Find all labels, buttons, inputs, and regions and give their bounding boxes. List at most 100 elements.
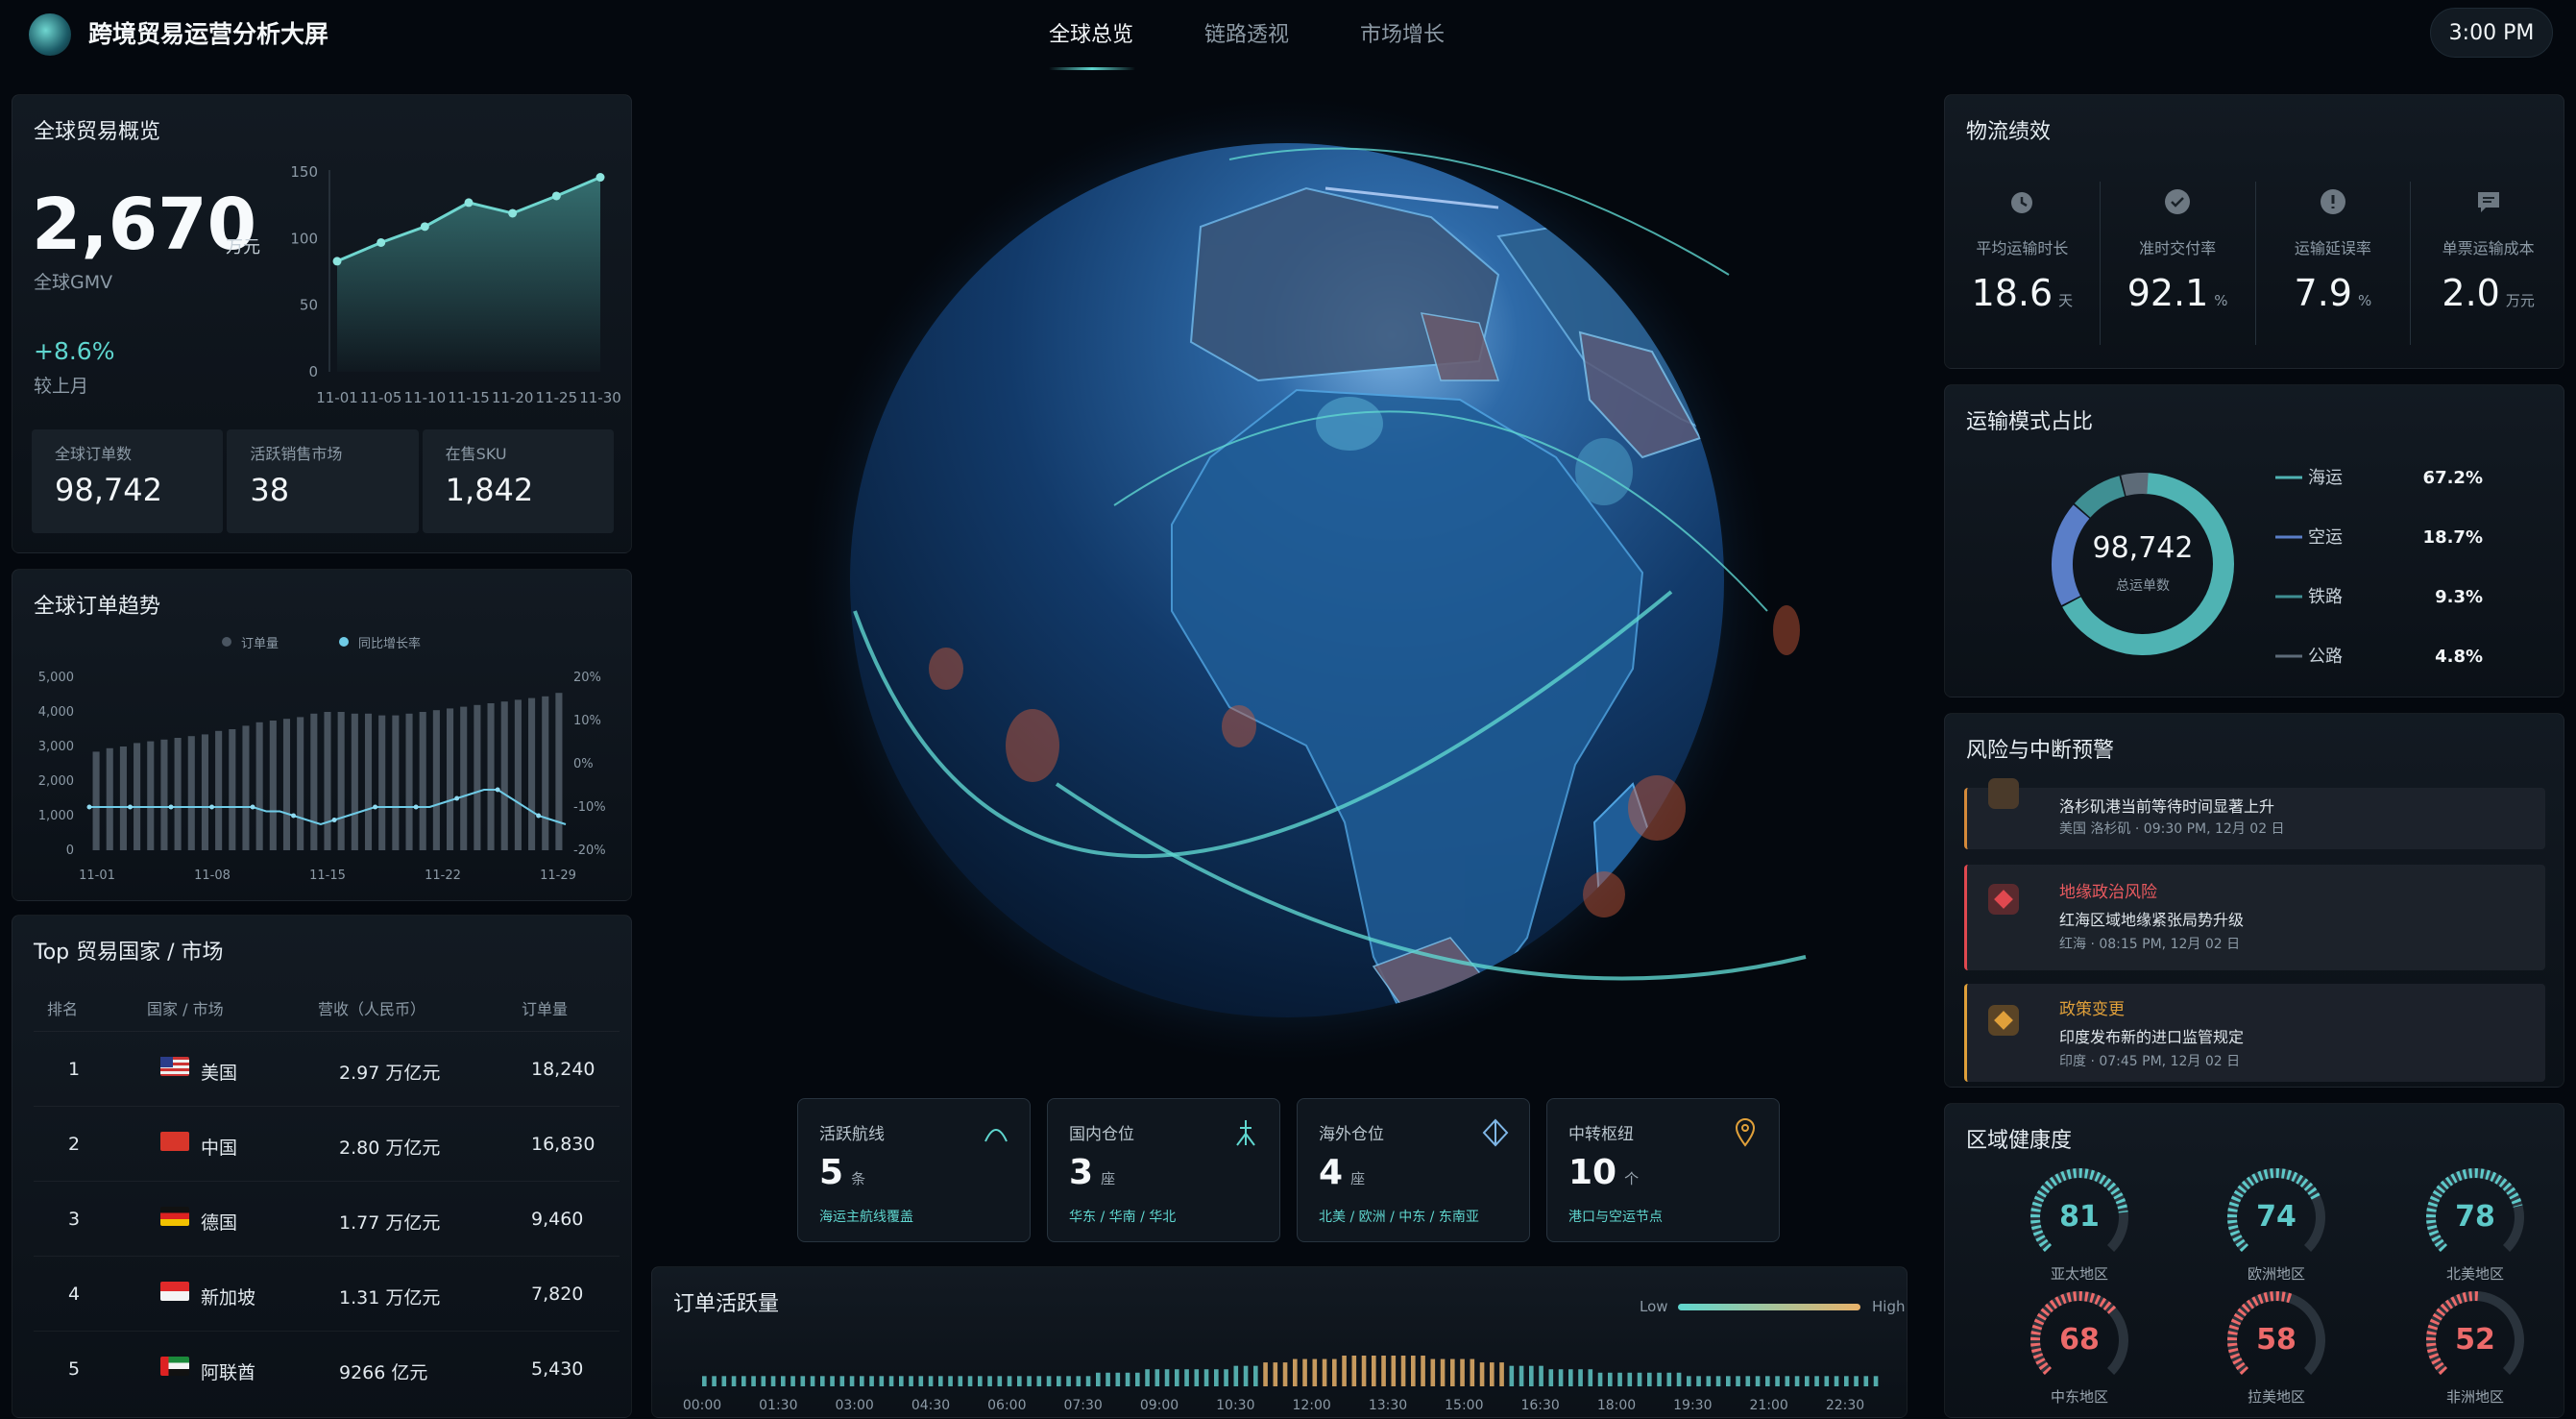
activity-bar	[1657, 1372, 1662, 1386]
activity-bar	[1036, 1376, 1042, 1386]
stat-value: 98,742	[55, 472, 162, 508]
kpi-value: 5	[819, 1153, 844, 1192]
legend-value: 18.7%	[2423, 527, 2483, 548]
table-row[interactable]: 2 中国 2.80 万亿元 16,830	[34, 1106, 620, 1182]
table-row[interactable]: 4 新加坡 1.31 万亿元 7,820	[34, 1256, 620, 1332]
stat-active-markets: 活跃销售市场 38	[227, 429, 419, 533]
table-row[interactable]: 1 美国 2.97 万亿元 18,240	[34, 1031, 620, 1107]
active-tab-indicator	[1049, 67, 1135, 70]
activity-bar	[1164, 1369, 1170, 1386]
order-bar	[432, 710, 440, 850]
x-tick-label: 04:30	[911, 1398, 950, 1413]
kpi-card-active-routes[interactable]: 活跃航线 5条 海运主航线覆盖	[797, 1098, 1031, 1242]
gauge-label: 北美地区	[2445, 1265, 2504, 1283]
activity-bar	[1568, 1369, 1573, 1386]
tab-market-growth[interactable]: 市场增长	[1360, 17, 1445, 48]
kpi-card-transit-hubs[interactable]: 中转枢纽 10 个 港口与空运节点	[1546, 1098, 1780, 1242]
kpi-title: 海外仓位	[1319, 1125, 1384, 1144]
orders: 9,460	[531, 1209, 584, 1230]
activity-bar	[1706, 1376, 1712, 1386]
risk-item-la-port[interactable]: 洛杉矶港当前等待时间显著上升 美国 洛杉矶 · 09:30 PM, 12月 02…	[1964, 778, 2545, 849]
diamond-icon	[1482, 1118, 1509, 1147]
growth-point	[291, 813, 297, 819]
risk-item-policy-change[interactable]: 政策变更 印度发布新的进口监管规定 印度 · 07:45 PM, 12月 02 …	[1964, 984, 2545, 1082]
order-bar	[460, 706, 468, 850]
col-revenue: 营收（人民币）	[318, 1000, 426, 1018]
kpi-card-domestic-warehouses[interactable]: 国内仓位 3座 华东 / 华南 / 华北	[1047, 1098, 1280, 1242]
growth-point	[128, 804, 134, 810]
growth-point	[536, 813, 542, 819]
kpi-unit: 座	[1350, 1170, 1366, 1187]
activity-bar	[1224, 1369, 1228, 1386]
order-bar	[555, 693, 563, 850]
order-bar	[255, 722, 263, 850]
y-tick-label: 100	[290, 230, 318, 247]
x-tick-label: 19:30	[1673, 1398, 1712, 1413]
tab-chain-insight[interactable]: 链路透视	[1204, 17, 1289, 48]
revenue: 1.31 万亿元	[339, 1287, 441, 1309]
activity-bar	[839, 1376, 845, 1386]
activity-bar	[938, 1376, 943, 1386]
donut-center-label: 总运单数	[2116, 578, 2170, 594]
activity-bar	[1145, 1369, 1150, 1386]
activity-bar	[1794, 1376, 1800, 1386]
activity-bar	[702, 1376, 707, 1386]
tower-icon	[1236, 1120, 1255, 1146]
revenue: 1.77 万亿元	[339, 1212, 441, 1234]
x-tick-label: 15:00	[1445, 1398, 1483, 1413]
activity-bar	[1400, 1356, 1406, 1386]
y-left-tick-label: 4,000	[38, 705, 74, 720]
gmv-point	[595, 173, 605, 183]
growth-point	[86, 804, 92, 810]
order-bar	[297, 717, 304, 850]
kpi-card-overseas-warehouses[interactable]: 海外仓位 4座 北美 / 欧洲 / 中东 / 东南亚	[1297, 1098, 1530, 1242]
activity-bar	[1460, 1358, 1465, 1386]
x-tick-label: 11-10	[404, 389, 447, 406]
order-bar	[187, 736, 195, 850]
activity-bar	[1715, 1376, 1721, 1386]
activity-bar	[1529, 1365, 1534, 1386]
activity-bar	[1282, 1362, 1288, 1386]
x-tick-label: 22:30	[1826, 1398, 1864, 1413]
gmv-point	[420, 222, 429, 232]
policy-diamond-icon	[1988, 1005, 2019, 1036]
activity-bar	[1253, 1365, 1258, 1386]
activity-bar	[869, 1376, 874, 1386]
order-bar	[229, 729, 236, 850]
legend-label: 铁路	[2308, 587, 2343, 607]
activity-bar	[1666, 1372, 1672, 1386]
y-tick-label: 50	[300, 297, 318, 314]
globe-map[interactable]	[634, 73, 1940, 1130]
order-bar	[337, 712, 345, 850]
stat-skus: 在售SKU 1,842	[422, 429, 614, 533]
activity-bar	[1755, 1376, 1761, 1386]
table-row[interactable]: 3 德国 1.77 万亿元 9,460	[34, 1181, 620, 1257]
flag-cn-icon	[160, 1132, 189, 1151]
gmv-point	[377, 237, 386, 247]
activity-bar	[1470, 1358, 1475, 1386]
order-bar	[419, 712, 426, 850]
gmv-point	[464, 198, 474, 208]
orders: 5,430	[531, 1358, 584, 1380]
risk-item-geopolitical[interactable]: 地缘政治风险 红海区域地缘紧张局势升级 红海 · 08:15 PM, 12月 0…	[1964, 865, 2545, 970]
legend-value: 4.8%	[2435, 647, 2483, 667]
rank: 4	[68, 1284, 81, 1305]
table-row[interactable]: 5 阿联酋 9266 亿元 5,430	[34, 1331, 620, 1407]
tab-global-overview[interactable]: 全球总览	[1049, 17, 1133, 48]
warning-icon	[1988, 778, 2019, 809]
gauge-value: 78	[2455, 1200, 2495, 1234]
y-left-tick-label: 3,000	[38, 740, 74, 754]
activity-bar	[1608, 1372, 1613, 1386]
order-bar	[364, 713, 373, 850]
flag-de-icon	[160, 1207, 189, 1226]
activity-bar	[1745, 1376, 1751, 1386]
growth-point	[454, 795, 460, 801]
region-health-panel: 区域健康度 81 亚太地区 74 欧洲地区 78 北美地区 68 中东地区 58…	[1944, 1103, 2564, 1418]
activity-bar	[849, 1376, 855, 1386]
activity-bar	[1499, 1362, 1504, 1386]
order-trend-chart: 5,000 4,000 3,000 2,000 1,000 0 20% 10% 0% -10% -2…	[38, 671, 606, 883]
activity-bar	[1391, 1356, 1397, 1386]
growth-point	[331, 818, 337, 822]
kpi-value: 10	[1568, 1153, 1617, 1192]
clock-display: 3:00 PM	[2430, 8, 2553, 58]
